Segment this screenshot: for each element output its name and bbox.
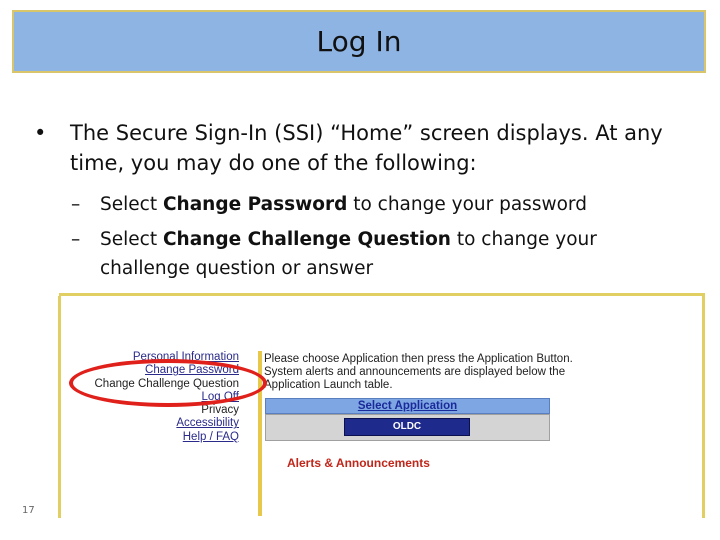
alerts-heading: Alerts & Announcements <box>287 456 430 470</box>
oldc-button[interactable]: OLDC <box>344 418 470 436</box>
bullet-main-text: The Secure Sign-In (SSI) “Home” screen d… <box>70 121 663 175</box>
ssi-home-screenshot: Personal Information Change Password Cha… <box>58 293 705 518</box>
bullet-dot: • <box>34 121 47 145</box>
highlight-ellipse <box>69 359 267 407</box>
nav-accessibility[interactable]: Accessibility <box>79 417 239 430</box>
dash-marker: – <box>71 194 81 215</box>
select-application-header[interactable]: Select Application <box>265 398 550 414</box>
page-number: 17 <box>22 505 35 516</box>
slide-title: Log In <box>316 25 402 58</box>
sub2-pre: Select <box>100 229 163 250</box>
sub1-post: to change your password <box>347 194 587 215</box>
sub1-bold: Change Password <box>162 194 348 215</box>
slide-title-bar: Log In <box>12 10 706 73</box>
instructions-text: Please choose Application then press the… <box>264 353 573 391</box>
application-panel: OLDC <box>265 414 550 441</box>
sub1-pre: Select <box>100 194 163 215</box>
sub2-bold: Change Challenge Question <box>162 229 451 250</box>
nav-help-faq[interactable]: Help / FAQ <box>79 431 239 444</box>
screenshot-left-edge <box>58 296 61 518</box>
dash-marker: – <box>71 229 81 250</box>
